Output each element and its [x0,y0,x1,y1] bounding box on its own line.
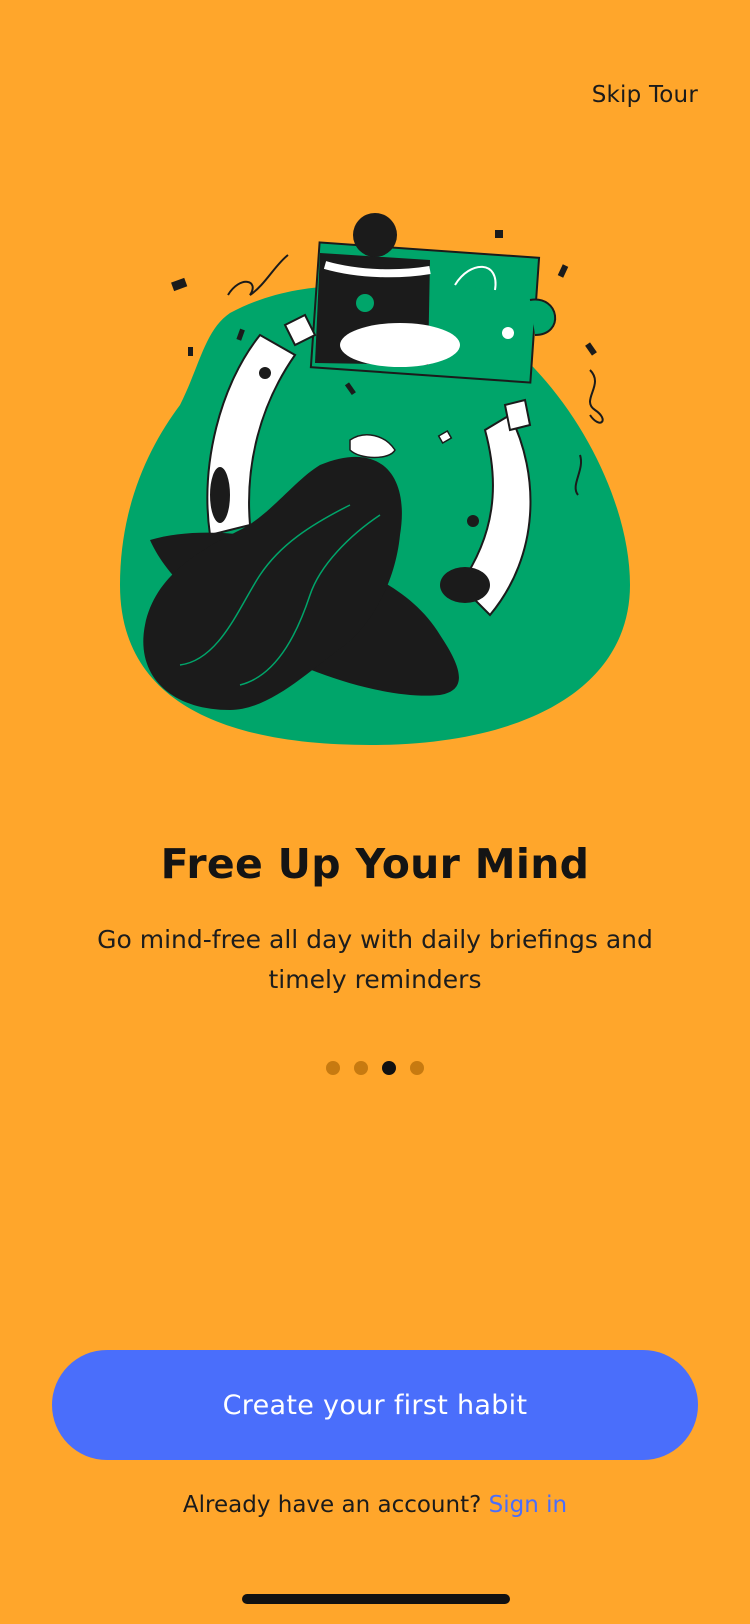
pagination-dots[interactable] [0,1061,750,1075]
pagination-dot-1[interactable] [326,1061,340,1075]
pagination-dot-3-active[interactable] [382,1061,396,1075]
skip-tour-button[interactable]: Skip Tour [592,82,698,108]
create-first-habit-button[interactable]: Create your first habit [52,1350,698,1460]
sign-in-link[interactable]: Sign in [489,1492,567,1518]
pagination-dot-2[interactable] [354,1061,368,1075]
page-subtitle: Go mind-free all day with daily briefing… [97,925,653,994]
signin-prompt: Already have an account? Sign in [0,1492,750,1518]
account-prompt-text: Already have an account? [182,1492,482,1518]
puzzle-illustration [120,213,630,745]
page-title: Free Up Your Mind [160,840,590,888]
pagination-dot-4[interactable] [410,1061,424,1075]
home-indicator [242,1594,510,1604]
